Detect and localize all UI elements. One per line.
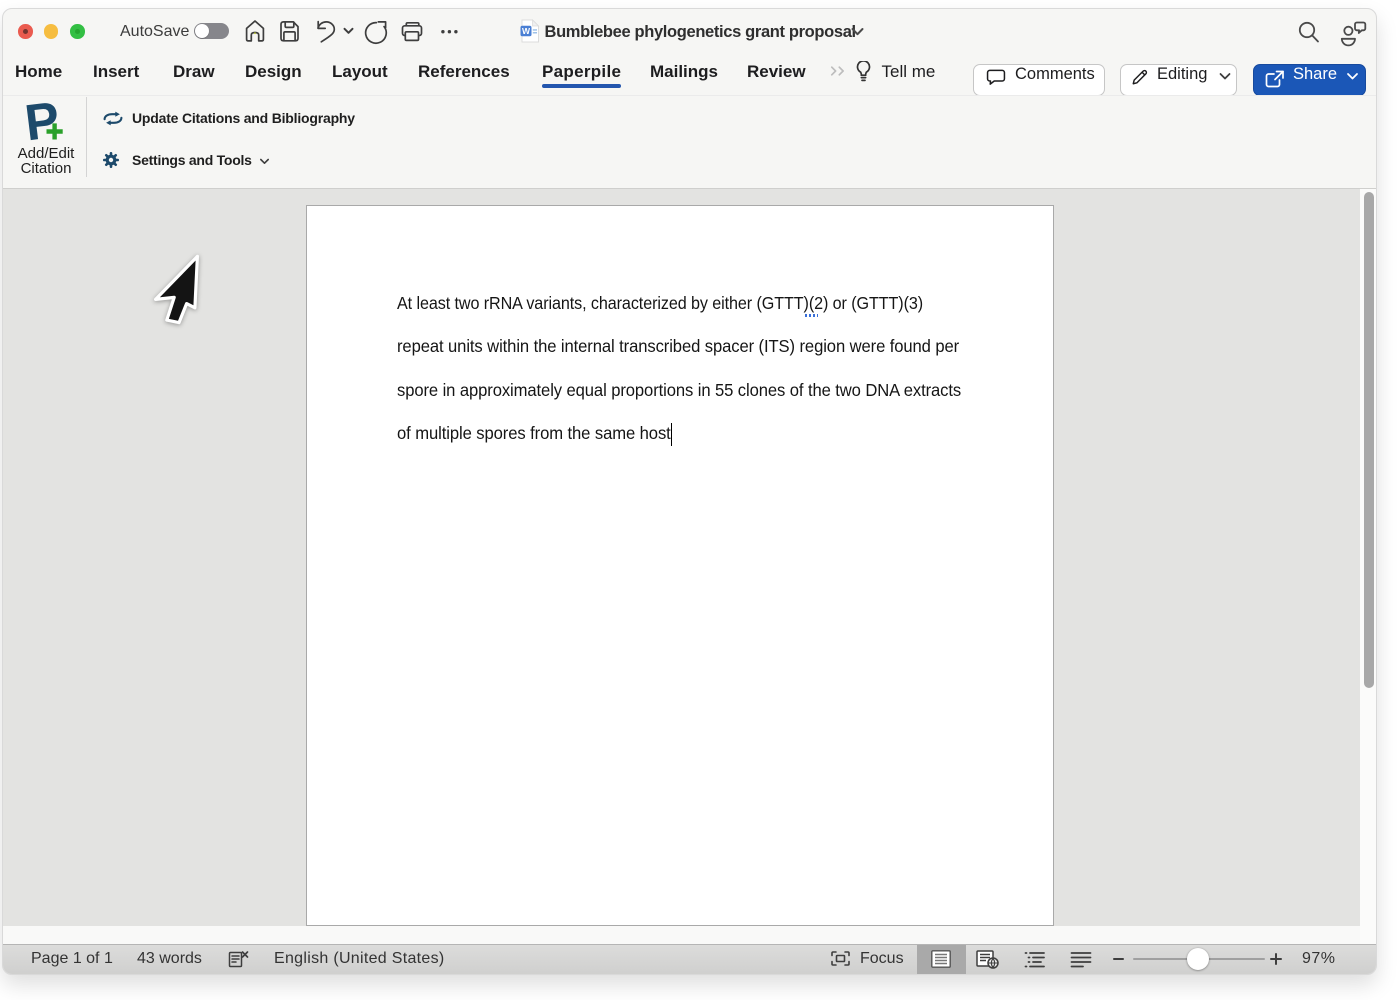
svg-text:W: W <box>522 26 531 36</box>
svg-text:P: P <box>25 102 63 150</box>
